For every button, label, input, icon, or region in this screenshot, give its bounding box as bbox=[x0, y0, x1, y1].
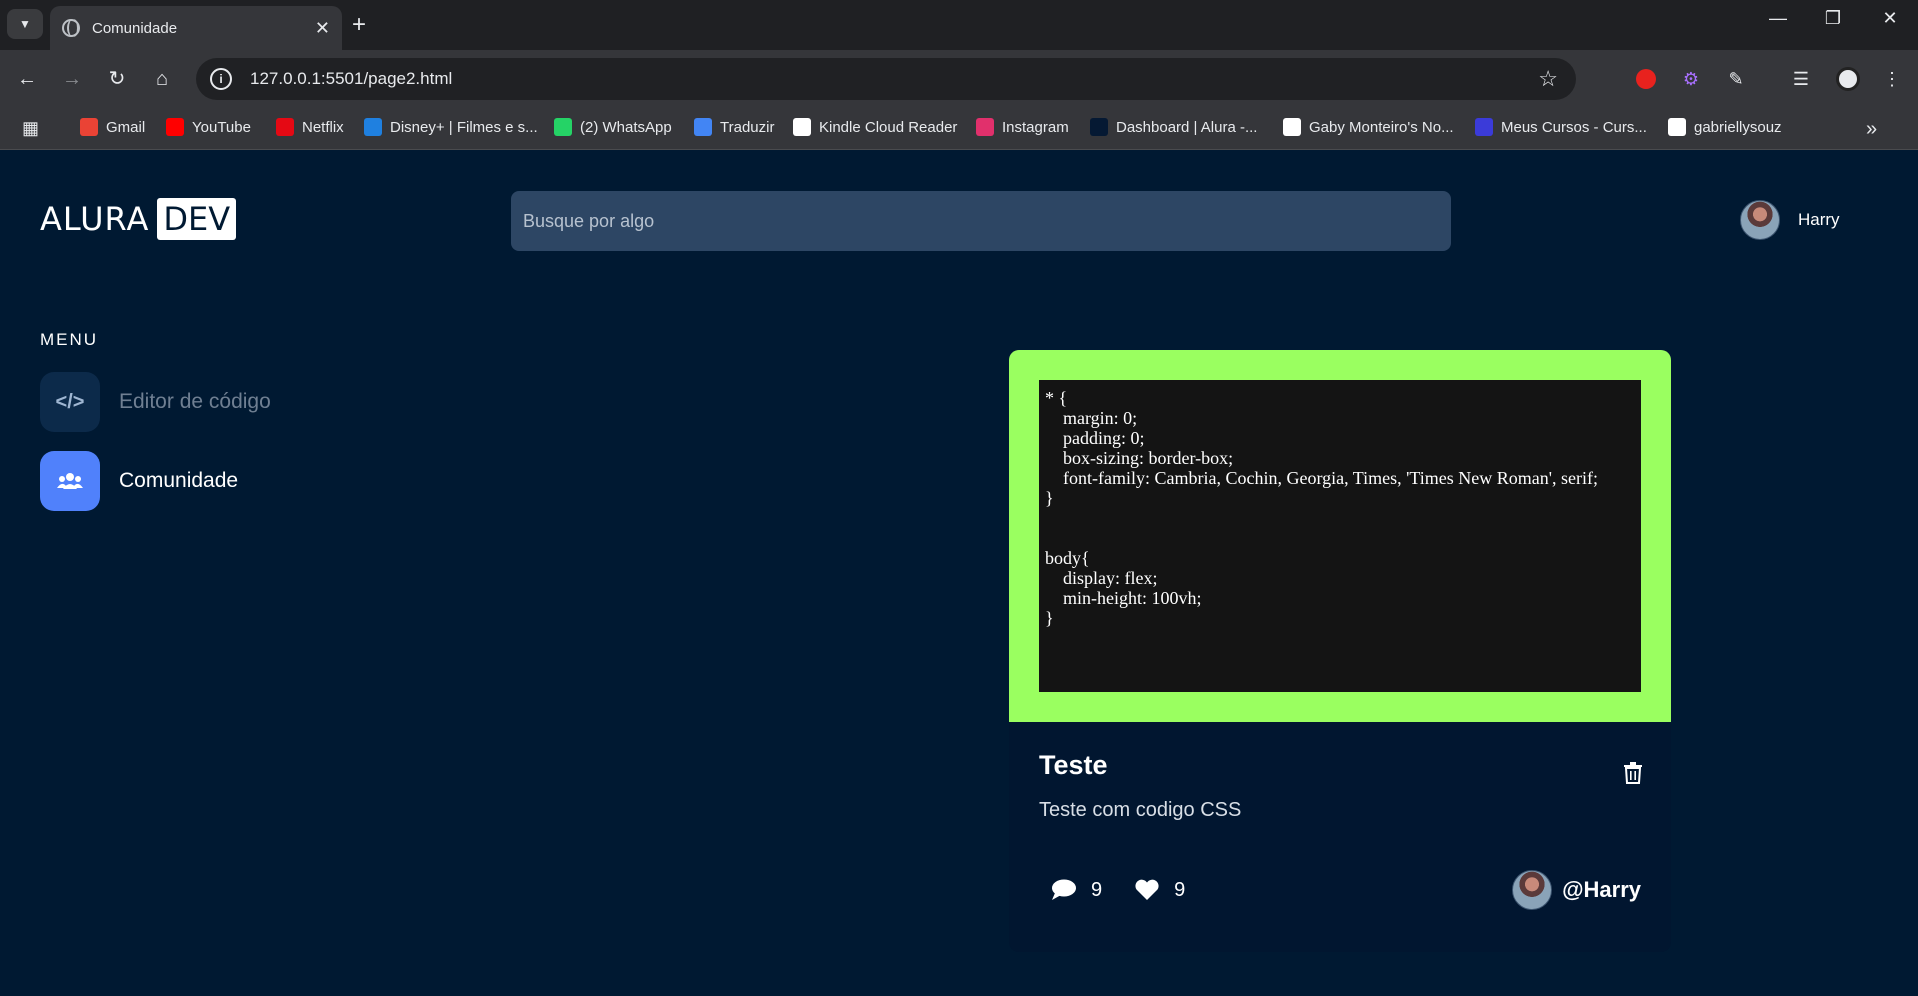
bookmark-label: Netflix bbox=[302, 118, 344, 136]
bookmark-item[interactable]: Gmail bbox=[80, 118, 145, 136]
close-tab-icon[interactable]: ✕ bbox=[315, 18, 330, 39]
bookmark-label: Kindle Cloud Reader bbox=[819, 118, 958, 136]
card-footer: 9 9 @Harry bbox=[1051, 868, 1641, 912]
menu-item-label: Comunidade bbox=[119, 469, 239, 492]
alura-dev-logo[interactable]: ALURA DEV bbox=[40, 198, 237, 240]
bookmark-item[interactable]: Gaby Monteiro's No... bbox=[1283, 118, 1454, 136]
kindle-icon bbox=[793, 118, 811, 136]
tab-title: Comunidade bbox=[92, 19, 178, 37]
bookmark-label: YouTube bbox=[192, 118, 251, 136]
netflix-icon bbox=[276, 118, 294, 136]
user-profile[interactable]: Harry bbox=[1740, 200, 1840, 240]
site-info-icon[interactable]: i bbox=[210, 68, 232, 90]
home-icon[interactable]: ⌂ bbox=[147, 64, 177, 94]
instagram-icon bbox=[976, 118, 994, 136]
comment-icon bbox=[1052, 879, 1076, 900]
whatsapp-icon bbox=[554, 118, 572, 136]
bookmark-label: Disney+ | Filmes e s... bbox=[390, 118, 538, 136]
project-card-info: Teste Teste com codigo CSS 9 9 @Harry bbox=[1009, 722, 1671, 952]
project-title: Teste bbox=[1039, 750, 1108, 780]
bookmark-label: Meus Cursos - Curs... bbox=[1501, 118, 1647, 136]
bookmark-label: Instagram bbox=[1002, 118, 1069, 136]
bookmark-item[interactable]: Dashboard | Alura -... bbox=[1090, 118, 1257, 136]
more-bookmarks-icon[interactable]: » bbox=[1866, 118, 1877, 141]
media-control-icon[interactable]: ☰ bbox=[1787, 65, 1815, 93]
address-bar[interactable]: i 127.0.0.1:5501/page2.html ☆ bbox=[196, 58, 1576, 100]
gmail-icon bbox=[80, 118, 98, 136]
user-avatar bbox=[1740, 200, 1780, 240]
bookmark-label: Gmail bbox=[106, 118, 146, 136]
restore-icon[interactable]: ❐ bbox=[1813, 8, 1853, 29]
author-avatar bbox=[1512, 870, 1553, 910]
likes-stat[interactable]: 9 bbox=[1134, 879, 1185, 902]
bookmark-item[interactable]: Disney+ | Filmes e s... bbox=[364, 118, 538, 136]
bookmark-item[interactable]: gabriellysouz bbox=[1668, 118, 1782, 136]
profile-avatar[interactable] bbox=[1834, 65, 1862, 93]
new-tab-button[interactable]: + bbox=[352, 10, 366, 40]
bookmark-label: Traduzir bbox=[720, 118, 775, 136]
forward-icon[interactable]: → bbox=[57, 64, 87, 94]
bookmark-item[interactable]: Netflix bbox=[276, 118, 344, 136]
users-icon bbox=[40, 451, 100, 511]
extensions-puzzle-icon[interactable]: ✎ bbox=[1722, 65, 1750, 93]
reload-icon[interactable]: ↻ bbox=[102, 64, 132, 94]
bookmark-item[interactable]: Instagram bbox=[976, 118, 1069, 136]
bookmark-label: Gaby Monteiro's No... bbox=[1309, 118, 1454, 136]
code-preview-frame[interactable]: * { margin: 0; padding: 0; box-sizing: b… bbox=[1009, 350, 1671, 722]
extension-gear-icon[interactable]: ⚙ bbox=[1677, 65, 1705, 93]
minimize-icon[interactable]: — bbox=[1758, 8, 1798, 29]
user-name: Harry bbox=[1798, 210, 1840, 229]
bookmark-label: Dashboard | Alura -... bbox=[1116, 118, 1258, 136]
browser-tab-bar: ▼ Comunidade ✕ + — ❐ ✕ bbox=[0, 0, 1918, 50]
bookmark-item[interactable]: Kindle Cloud Reader bbox=[793, 118, 957, 136]
code-preview: * { margin: 0; padding: 0; box-sizing: b… bbox=[1039, 380, 1641, 692]
logo-text-alura: ALURA bbox=[40, 200, 150, 238]
github-icon bbox=[1668, 118, 1686, 136]
apps-grid-icon[interactable]: ▦ bbox=[22, 118, 39, 139]
browser-toolbar: ← → ↻ ⌂ i 127.0.0.1:5501/page2.html ☆ ⚙ … bbox=[0, 50, 1918, 108]
globe-icon bbox=[62, 19, 80, 37]
menu-item-editor[interactable]: </> Editor de código bbox=[40, 372, 271, 432]
course-icon bbox=[1475, 118, 1493, 136]
translate-icon bbox=[694, 118, 712, 136]
menu-item-community[interactable]: Comunidade bbox=[40, 451, 238, 511]
bookmark-label: gabriellysouz bbox=[1694, 118, 1782, 136]
tab-search-button[interactable]: ▼ bbox=[7, 9, 43, 39]
bookmark-item[interactable]: (2) WhatsApp bbox=[554, 118, 672, 136]
project-description: Teste com codigo CSS bbox=[1039, 799, 1242, 821]
browser-menu-icon[interactable]: ⋮ bbox=[1878, 65, 1906, 93]
menu-title: MENU bbox=[40, 330, 99, 349]
close-window-icon[interactable]: ✕ bbox=[1870, 8, 1910, 29]
code-icon: </> bbox=[40, 372, 100, 432]
card-author[interactable]: @Harry bbox=[1512, 870, 1641, 910]
extension-red-icon[interactable] bbox=[1632, 65, 1660, 93]
heart-icon bbox=[1135, 879, 1159, 900]
bookmark-item[interactable]: Traduzir bbox=[694, 118, 774, 136]
url-text: 127.0.0.1:5501/page2.html bbox=[250, 69, 453, 88]
bookmarks-bar: ▦ Gmail YouTube Netflix Disney+ | Filmes e … bbox=[0, 108, 1918, 150]
logo-text-dev: DEV bbox=[157, 198, 237, 240]
bookmark-star-icon[interactable]: ☆ bbox=[1538, 66, 1558, 92]
comments-count: 9 bbox=[1091, 878, 1103, 901]
back-icon[interactable]: ← bbox=[12, 64, 42, 94]
bookmark-item[interactable]: YouTube bbox=[166, 118, 251, 136]
bookmark-label: (2) WhatsApp bbox=[580, 118, 672, 136]
trash-icon[interactable] bbox=[1623, 762, 1643, 784]
chevron-down-icon: ▼ bbox=[19, 17, 31, 31]
browser-tab[interactable]: Comunidade ✕ bbox=[50, 6, 342, 50]
likes-count: 9 bbox=[1174, 878, 1186, 901]
search-input[interactable] bbox=[511, 191, 1451, 251]
comments-stat[interactable]: 9 bbox=[1051, 879, 1102, 902]
alura-icon bbox=[1090, 118, 1108, 136]
menu-item-label: Editor de código bbox=[119, 390, 271, 413]
disney-icon bbox=[364, 118, 382, 136]
youtube-icon bbox=[166, 118, 184, 136]
notion-icon bbox=[1283, 118, 1301, 136]
author-handle: @Harry bbox=[1562, 877, 1641, 902]
bookmark-item[interactable]: Meus Cursos - Curs... bbox=[1475, 118, 1647, 136]
